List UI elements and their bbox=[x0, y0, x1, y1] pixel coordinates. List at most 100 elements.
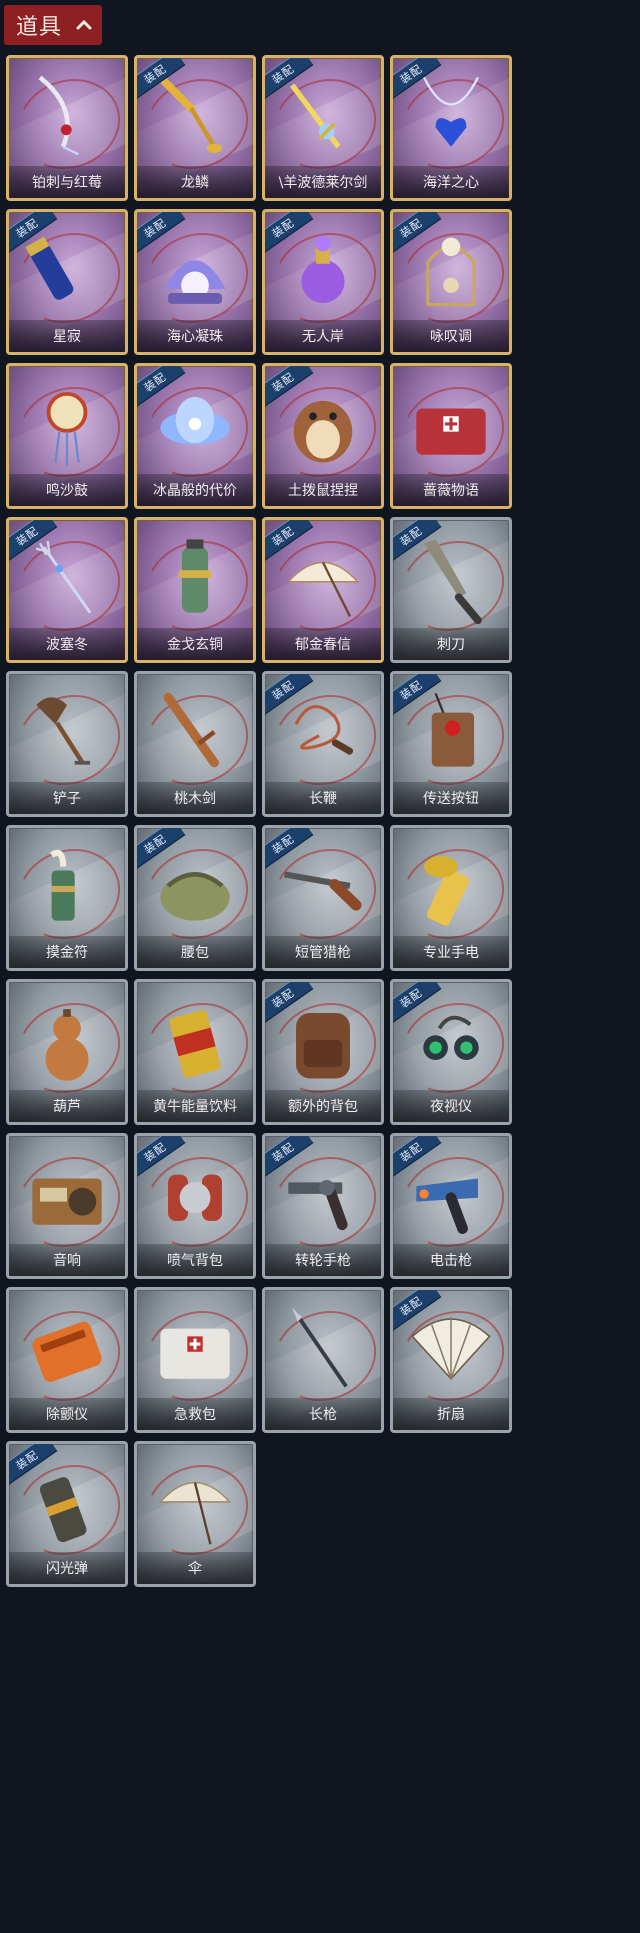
item-name: 额外的背包 bbox=[288, 1099, 358, 1115]
item-label-bar: 铂刺与红莓 bbox=[9, 166, 125, 198]
item-card[interactable]: 铲子 bbox=[6, 671, 128, 817]
item-card[interactable]: 装配 短管猎枪 bbox=[262, 825, 384, 971]
item-label-bar: 折扇 bbox=[393, 1398, 509, 1430]
item-name: 星寂 bbox=[53, 329, 81, 345]
item-card[interactable]: 装配 冰晶般的代价 bbox=[134, 363, 256, 509]
item-card[interactable]: 铂刺与红莓 bbox=[6, 55, 128, 201]
item-name: 喷气背包 bbox=[167, 1253, 223, 1269]
radio-icon bbox=[9, 1140, 125, 1244]
item-card[interactable]: 伞 bbox=[134, 1441, 256, 1587]
item-card[interactable]: 桃木剑 bbox=[134, 671, 256, 817]
item-label-bar: 摸金符 bbox=[9, 936, 125, 968]
item-name: 郁金春信 bbox=[295, 637, 351, 653]
item-name: 海洋之心 bbox=[423, 175, 479, 191]
item-label-bar: 电击枪 bbox=[393, 1244, 509, 1276]
item-name: 急救包 bbox=[174, 1407, 216, 1423]
item-name: 传送按钮 bbox=[423, 791, 479, 807]
gourd-icon bbox=[9, 986, 125, 1090]
item-name: 专业手电 bbox=[423, 945, 479, 961]
item-name: 金戈玄铜 bbox=[167, 637, 223, 653]
firstaid-icon bbox=[137, 1294, 253, 1398]
item-card[interactable]: 鸣沙鼓 bbox=[6, 363, 128, 509]
item-label-bar: 金戈玄铜 bbox=[137, 628, 253, 660]
medkit-icon bbox=[393, 370, 509, 474]
item-card[interactable]: 葫芦 bbox=[6, 979, 128, 1125]
item-name: 土拨鼠捏捏 bbox=[288, 483, 358, 499]
item-label-bar: 蔷薇物语 bbox=[393, 474, 509, 506]
item-card[interactable]: 装配 腰包 bbox=[134, 825, 256, 971]
item-label-bar: 波塞冬 bbox=[9, 628, 125, 660]
item-label-bar: 铲子 bbox=[9, 782, 125, 814]
blade-icon bbox=[9, 62, 125, 166]
item-name: 腰包 bbox=[181, 945, 209, 961]
item-card[interactable]: 装配 刺刀 bbox=[390, 517, 512, 663]
item-label-bar: 海心凝珠 bbox=[137, 320, 253, 352]
item-label-bar: 刺刀 bbox=[393, 628, 509, 660]
category-header[interactable]: 道具 bbox=[4, 5, 102, 45]
item-name: 铂刺与红莓 bbox=[32, 175, 102, 191]
item-name: 摸金符 bbox=[46, 945, 88, 961]
item-card[interactable]: 装配 电击枪 bbox=[390, 1133, 512, 1279]
item-name: 刺刀 bbox=[437, 637, 465, 653]
item-card[interactable]: 长枪 bbox=[262, 1287, 384, 1433]
item-card[interactable]: 音响 bbox=[6, 1133, 128, 1279]
item-card[interactable]: 除颤仪 bbox=[6, 1287, 128, 1433]
item-card[interactable]: 装配 传送按钮 bbox=[390, 671, 512, 817]
item-label-bar: 长枪 bbox=[265, 1398, 381, 1430]
item-name: 电击枪 bbox=[430, 1253, 472, 1269]
item-card[interactable]: 装配 喷气背包 bbox=[134, 1133, 256, 1279]
item-label-bar: 闪光弹 bbox=[9, 1552, 125, 1584]
item-name: 音响 bbox=[53, 1253, 81, 1269]
parasol-icon bbox=[137, 1448, 253, 1552]
item-card[interactable]: 装配 星寂 bbox=[6, 209, 128, 355]
item-card[interactable]: 装配 海洋之心 bbox=[390, 55, 512, 201]
item-card[interactable]: 专业手电 bbox=[390, 825, 512, 971]
item-card[interactable]: 黄牛能量饮料 bbox=[134, 979, 256, 1125]
category-title: 道具 bbox=[16, 15, 63, 40]
item-card[interactable]: 装配 \羊波德莱尔剑 bbox=[262, 55, 384, 201]
item-card[interactable]: 装配 咏叹调 bbox=[390, 209, 512, 355]
chevron-up-icon[interactable] bbox=[74, 15, 94, 35]
item-name: 葫芦 bbox=[53, 1099, 81, 1115]
item-card[interactable]: 装配 转轮手枪 bbox=[262, 1133, 384, 1279]
item-name: 黄牛能量饮料 bbox=[153, 1099, 237, 1115]
item-card[interactable]: 装配 折扇 bbox=[390, 1287, 512, 1433]
item-card[interactable]: 蔷薇物语 bbox=[390, 363, 512, 509]
item-card[interactable]: 装配 郁金春信 bbox=[262, 517, 384, 663]
item-label-bar: 除颤仪 bbox=[9, 1398, 125, 1430]
item-name: 桃木剑 bbox=[174, 791, 216, 807]
item-card[interactable]: 装配 额外的背包 bbox=[262, 979, 384, 1125]
can-icon bbox=[137, 986, 253, 1090]
item-name: 伞 bbox=[188, 1561, 202, 1577]
grenade-icon bbox=[137, 524, 253, 628]
item-name: 折扇 bbox=[437, 1407, 465, 1423]
item-card[interactable]: 装配 闪光弹 bbox=[6, 1441, 128, 1587]
item-name: 冰晶般的代价 bbox=[153, 483, 237, 499]
item-name: 短管猎枪 bbox=[295, 945, 351, 961]
item-card[interactable]: 装配 夜视仪 bbox=[390, 979, 512, 1125]
item-card[interactable]: 装配 无人岸 bbox=[262, 209, 384, 355]
item-label-bar: 急救包 bbox=[137, 1398, 253, 1430]
defibrillator-icon bbox=[9, 1294, 125, 1398]
item-card[interactable]: 金戈玄铜 bbox=[134, 517, 256, 663]
item-card[interactable]: 装配 海心凝珠 bbox=[134, 209, 256, 355]
item-card[interactable]: 装配 长鞭 bbox=[262, 671, 384, 817]
item-label-bar: 伞 bbox=[137, 1552, 253, 1584]
item-card[interactable]: 装配 波塞冬 bbox=[6, 517, 128, 663]
item-name: 夜视仪 bbox=[430, 1099, 472, 1115]
item-name: 除颤仪 bbox=[46, 1407, 88, 1423]
item-name: 咏叹调 bbox=[430, 329, 472, 345]
item-label-bar: 喷气背包 bbox=[137, 1244, 253, 1276]
item-label-bar: 海洋之心 bbox=[393, 166, 509, 198]
item-card[interactable]: 急救包 bbox=[134, 1287, 256, 1433]
item-label-bar: 长鞭 bbox=[265, 782, 381, 814]
item-card[interactable]: 装配 龙鳞 bbox=[134, 55, 256, 201]
item-label-bar: 土拨鼠捏捏 bbox=[265, 474, 381, 506]
item-card[interactable]: 装配 土拨鼠捏捏 bbox=[262, 363, 384, 509]
wooden-sword-icon bbox=[137, 678, 253, 782]
item-label-bar: 鸣沙鼓 bbox=[9, 474, 125, 506]
spear-icon bbox=[265, 1294, 381, 1398]
item-card[interactable]: 摸金符 bbox=[6, 825, 128, 971]
item-label-bar: 黄牛能量饮料 bbox=[137, 1090, 253, 1122]
item-name: 海心凝珠 bbox=[167, 329, 223, 345]
